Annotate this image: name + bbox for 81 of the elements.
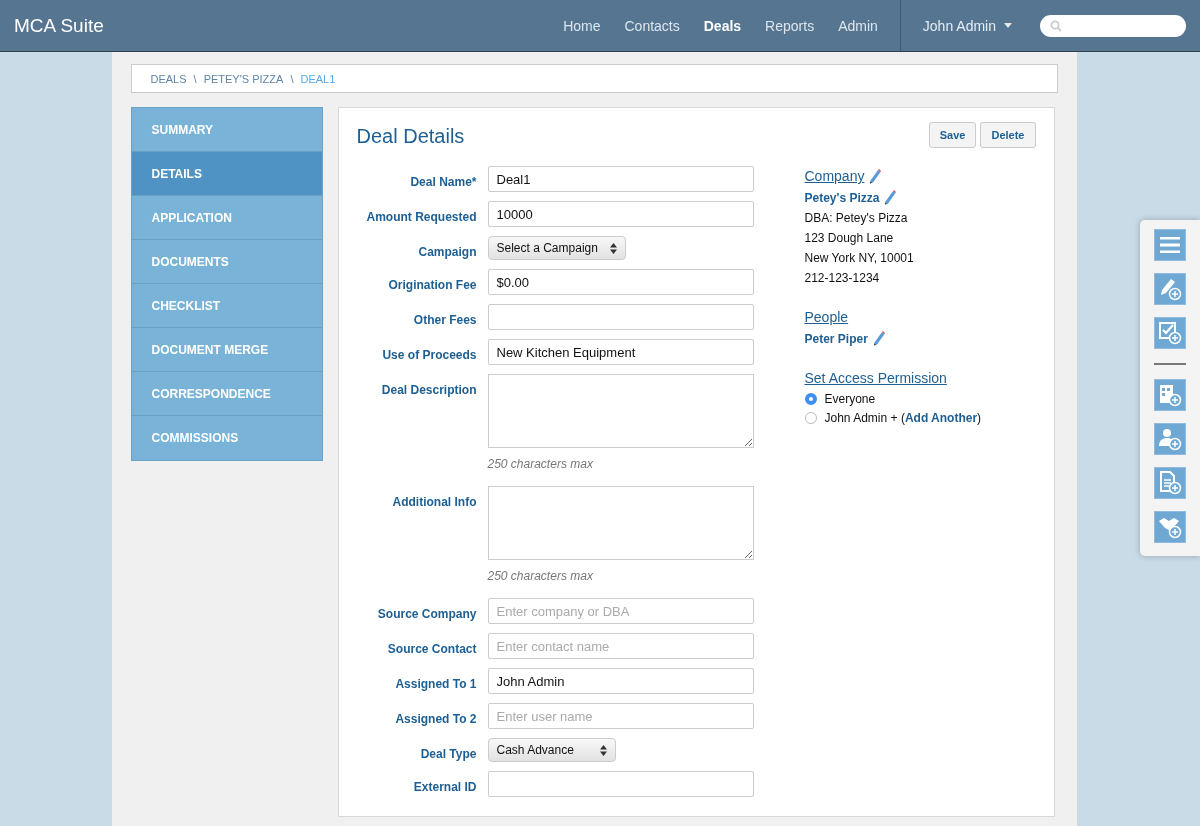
- panel-title: Deal Details: [356, 125, 465, 148]
- field-label: Deal Description: [380, 382, 477, 399]
- caret-icon: [1004, 23, 1012, 28]
- input-field[interactable]: Enter user name: [487, 703, 754, 729]
- field-label: External ID: [412, 779, 477, 796]
- field-label: Source Contact: [386, 641, 477, 658]
- sidebar-item[interactable]: DETAILS: [131, 152, 322, 196]
- company-detail: 212-123-1234: [804, 271, 881, 285]
- input-field[interactable]: 10000: [487, 201, 754, 227]
- add-deal-button[interactable]: [1154, 511, 1186, 543]
- add-document-button[interactable]: [1154, 467, 1186, 499]
- search-icon: [1050, 19, 1062, 32]
- add-another-link[interactable]: Add Another: [904, 411, 978, 425]
- person-name-link[interactable]: Peter Piper: [804, 331, 868, 346]
- field-label: Amount Requested: [365, 209, 477, 226]
- action-button[interactable]: Save: [928, 122, 977, 148]
- action-button[interactable]: Delete: [980, 122, 1036, 148]
- radio-button[interactable]: [804, 412, 817, 424]
- updown-arrows-icon: [609, 242, 617, 254]
- breadcrumb-link[interactable]: PETEY'S PIZZA: [203, 72, 284, 85]
- nav-link[interactable]: Deals: [703, 17, 742, 34]
- radio-label: Everyone: [824, 392, 876, 406]
- field-label: Source Company: [376, 606, 477, 623]
- input-field[interactable]: John Admin: [487, 668, 754, 694]
- field-label: Deal Name*: [409, 174, 477, 191]
- text-area[interactable]: [487, 486, 754, 560]
- dropdown[interactable]: Select a Campaign: [487, 236, 626, 260]
- app-title[interactable]: MCA Suite: [14, 14, 104, 37]
- input-field[interactable]: Deal1: [487, 166, 754, 192]
- input-field[interactable]: New Kitchen Equipment: [487, 339, 754, 365]
- nav-link[interactable]: Home: [563, 17, 601, 34]
- section-heading-link[interactable]: Set Access Permission: [804, 370, 947, 386]
- breadcrumb-separator: \: [290, 72, 294, 85]
- company-detail: New York NY, 10001: [804, 251, 915, 265]
- nav-link[interactable]: Contacts: [624, 17, 680, 34]
- breadcrumb-link[interactable]: DEAL1: [300, 72, 336, 85]
- nav-link[interactable]: Reports: [765, 17, 815, 34]
- field-label: Assigned To 1: [394, 676, 477, 693]
- field-label: Use of Proceeds: [381, 347, 477, 364]
- pencil-icon[interactable]: [869, 168, 882, 184]
- field-label: Other Fees: [412, 312, 477, 329]
- input-field[interactable]: [487, 771, 754, 797]
- field-label: Additional Info: [391, 494, 477, 511]
- pencil-plus-icon: [1158, 277, 1182, 301]
- field-label: Deal Type: [419, 746, 477, 762]
- checkbox-plus-icon: [1158, 321, 1182, 345]
- radio-button[interactable]: [804, 393, 817, 405]
- field-label: Assigned To 2: [394, 711, 477, 728]
- search-field[interactable]: [1040, 14, 1186, 37]
- updown-arrows-icon: [599, 744, 607, 756]
- input-field[interactable]: [487, 304, 754, 330]
- document-plus-icon: [1158, 471, 1182, 495]
- add-note-button[interactable]: [1154, 273, 1186, 305]
- company-detail: DBA: Petey's Pizza: [804, 211, 909, 225]
- field-label: Campaign: [417, 244, 477, 260]
- text-area[interactable]: [487, 374, 754, 448]
- building-plus-icon: [1158, 383, 1182, 407]
- company-name-link[interactable]: Petey's Pizza: [804, 190, 880, 205]
- field-label: Origination Fee: [387, 277, 477, 294]
- input-field[interactable]: Enter contact name: [487, 633, 754, 659]
- pencil-icon[interactable]: [884, 190, 897, 205]
- character-limit-hint: 250 characters max: [487, 457, 594, 471]
- add-person-button[interactable]: [1154, 423, 1186, 455]
- pencil-icon[interactable]: [872, 331, 885, 346]
- character-limit-hint: 250 characters max: [487, 569, 594, 583]
- breadcrumb-link[interactable]: DEALS: [150, 72, 187, 85]
- menu-button[interactable]: [1154, 229, 1186, 261]
- menu-icon: [1160, 237, 1180, 253]
- dropdown[interactable]: Cash Advance: [487, 738, 616, 762]
- company-detail: 123 Dough Lane: [804, 231, 895, 245]
- nav-link[interactable]: Admin: [838, 17, 878, 34]
- add-company-button[interactable]: [1154, 379, 1186, 411]
- input-field[interactable]: $0.00: [487, 269, 754, 295]
- add-task-button[interactable]: [1154, 317, 1186, 349]
- section-heading-link[interactable]: Company: [804, 168, 865, 184]
- person-plus-icon: [1158, 427, 1182, 451]
- user-menu[interactable]: John Admin: [899, 0, 1040, 51]
- breadcrumb-separator: \: [193, 72, 197, 85]
- radio-label: John Admin + (Add Another): [824, 411, 982, 425]
- section-heading-link[interactable]: People: [804, 309, 849, 325]
- input-field[interactable]: Enter company or DBA: [487, 598, 754, 624]
